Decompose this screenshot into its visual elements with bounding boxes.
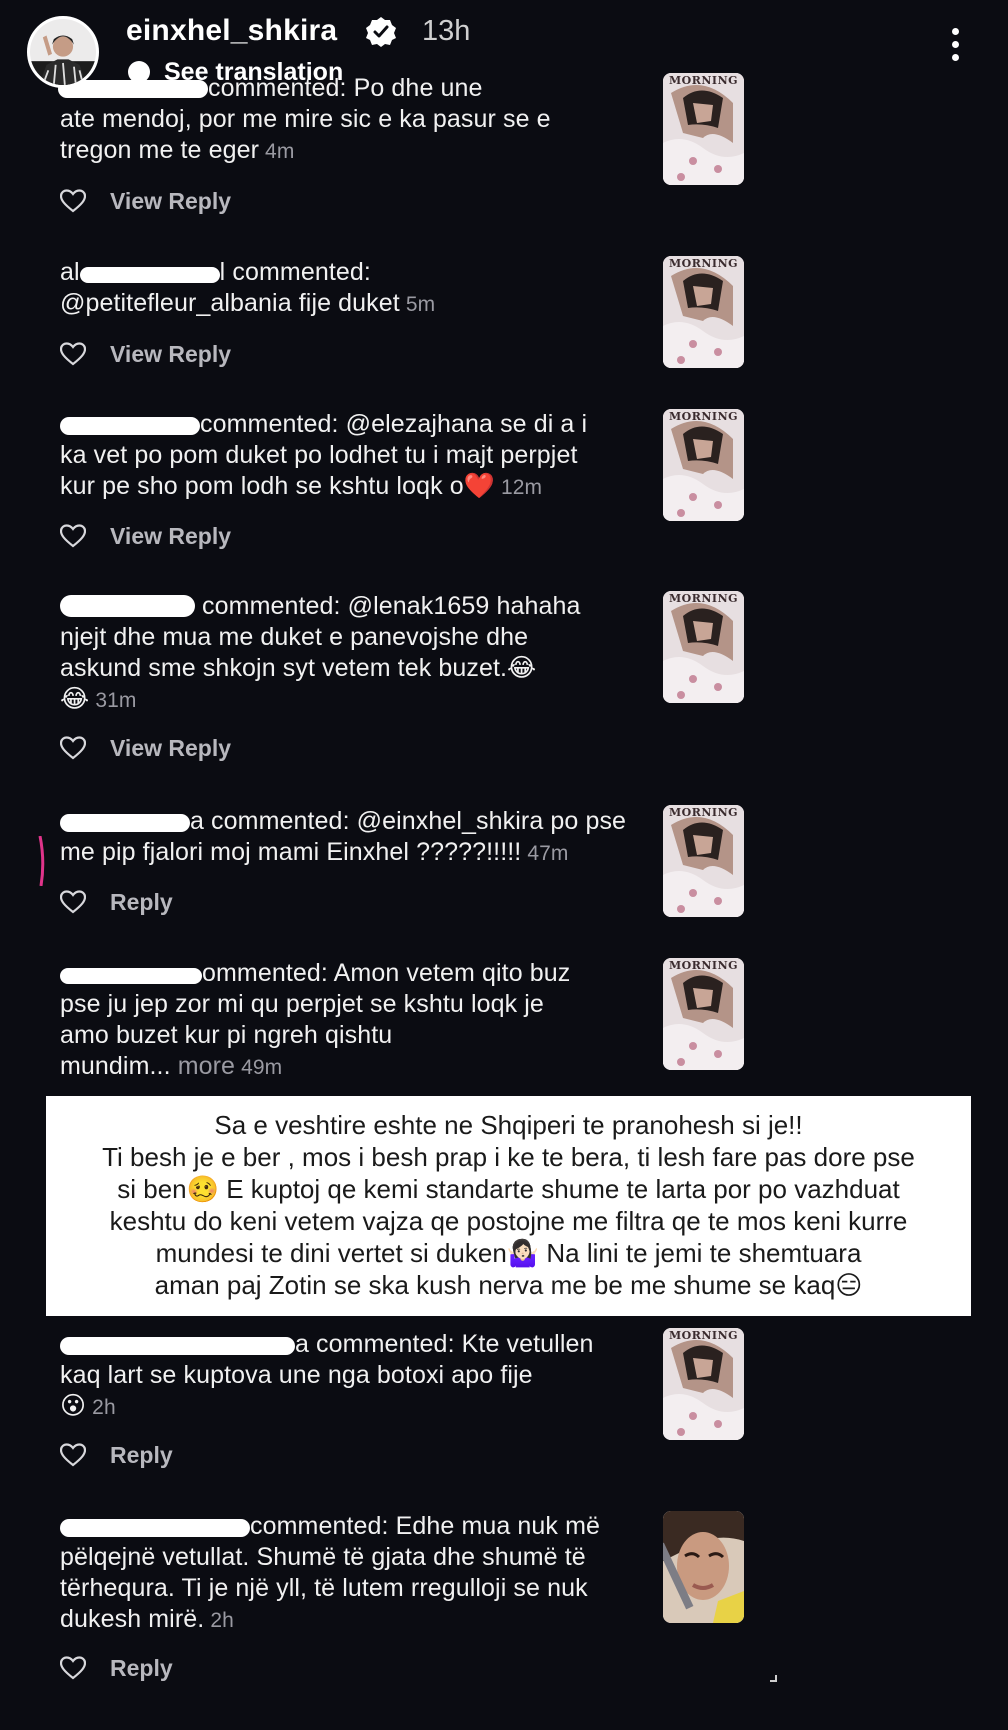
comment-actions: View Reply bbox=[60, 339, 231, 369]
comment-actions: View Reply bbox=[60, 733, 231, 763]
heart-icon[interactable] bbox=[60, 342, 86, 366]
post-thumbnail[interactable] bbox=[663, 1511, 744, 1623]
post-thumbnail[interactable]: MORNING bbox=[663, 256, 744, 368]
comment-actions: View Reply bbox=[60, 186, 231, 216]
heart-icon[interactable] bbox=[60, 1656, 86, 1680]
comment-text: al l commented: @petitefleur_albania fije… bbox=[60, 258, 436, 317]
corner-mark bbox=[770, 1675, 777, 1682]
redacted-username bbox=[60, 814, 190, 832]
comment-text: commented: Edhe mua nuk më pëlqejnë vetu… bbox=[60, 1512, 600, 1633]
comment-item: commented: @lenak1659 hahaha njejt dhe m… bbox=[60, 591, 650, 716]
redacted-username bbox=[60, 968, 202, 984]
thumbnail-title: MORNING bbox=[668, 806, 739, 819]
view-reply-button[interactable]: View Reply bbox=[110, 523, 231, 550]
redacted-username bbox=[60, 595, 195, 617]
comment-time: 4m bbox=[265, 140, 295, 163]
comment-time: 31m bbox=[95, 689, 137, 712]
caption-line: Ti besh je e ber , mos i besh prap i ke … bbox=[102, 1142, 915, 1172]
post-time: 13h bbox=[422, 15, 471, 47]
reply-button[interactable]: Reply bbox=[110, 889, 173, 916]
thumbnail-title: MORNING bbox=[668, 410, 739, 423]
view-reply-button[interactable]: View Reply bbox=[110, 188, 231, 215]
comment-time: 5m bbox=[405, 293, 436, 316]
see-translation-label: See translation bbox=[164, 58, 344, 86]
post-thumbnail[interactable]: MORNING bbox=[663, 409, 744, 521]
story-caption: Sa e veshtire eshte ne Shqiperi te prano… bbox=[46, 1096, 971, 1316]
thumbnail-image bbox=[663, 1511, 744, 1623]
comment-text: a commented: @einxhel_shkira po pse me p… bbox=[60, 807, 627, 866]
comment-item: al l commented: @petitefleur_albania fije… bbox=[60, 257, 650, 320]
profile-avatar[interactable] bbox=[27, 16, 99, 88]
comment-actions: Reply bbox=[60, 1440, 173, 1470]
caption-line: keshtu do keni vetem vajza qe postojne m… bbox=[109, 1206, 908, 1236]
heart-icon[interactable] bbox=[60, 524, 86, 548]
reply-button[interactable]: Reply bbox=[110, 1655, 173, 1682]
caption-line: si ben🥴 E kuptoj qe kemi standarte shume… bbox=[117, 1174, 900, 1204]
view-reply-button[interactable]: View Reply bbox=[110, 735, 231, 762]
comment-time: 2h bbox=[210, 1609, 234, 1632]
post-thumbnail[interactable]: MORNING bbox=[663, 591, 744, 703]
story-header: einxhel_shkira 13h See translation bbox=[0, 0, 1008, 90]
thumbnail-title: MORNING bbox=[668, 959, 739, 972]
comment-time: 2h bbox=[92, 1396, 116, 1419]
post-thumbnail[interactable]: MORNING bbox=[663, 958, 744, 1070]
comment-item: a commented: Kte vetullen kaq lart se ku… bbox=[60, 1329, 650, 1423]
post-thumbnail[interactable]: MORNING bbox=[663, 1328, 744, 1440]
comment-text: a commented: Kte vetullen kaq lart se ku… bbox=[60, 1330, 594, 1420]
reply-button[interactable]: Reply bbox=[110, 1442, 173, 1469]
redacted-username bbox=[60, 1519, 250, 1537]
avatar-image bbox=[30, 19, 96, 85]
comment-item: commented: @elezajhana se di a i ka vet … bbox=[60, 409, 650, 503]
heart-icon[interactable] bbox=[60, 1443, 86, 1467]
redacted-username bbox=[79, 267, 220, 283]
caption-line: Sa e veshtire eshte ne Shqiperi te prano… bbox=[214, 1110, 803, 1140]
heart-icon[interactable] bbox=[60, 189, 86, 213]
caption-line: mundesi te dini vertet si duken🤷🏻‍♀️ Na … bbox=[155, 1238, 862, 1268]
comment-actions: Reply bbox=[60, 887, 173, 917]
heart-icon[interactable] bbox=[60, 890, 86, 914]
username[interactable]: einxhel_shkira bbox=[126, 14, 337, 48]
view-reply-button[interactable]: View Reply bbox=[110, 341, 231, 368]
thumbnail-title: MORNING bbox=[668, 1329, 739, 1342]
comment-item: ommented: Amon vetem qito buz pse ju jep… bbox=[60, 958, 650, 1083]
comment-time: 47m bbox=[527, 842, 569, 865]
more-link[interactable]: more bbox=[178, 1052, 235, 1080]
redacted-username bbox=[60, 417, 200, 435]
comment-actions: Reply bbox=[60, 1653, 173, 1683]
redacted-username bbox=[60, 1337, 295, 1355]
comment-actions: View Reply bbox=[60, 521, 231, 551]
comment-text: commented: @elezajhana se di a i ka vet … bbox=[60, 410, 588, 500]
comment-item: a commented: @einxhel_shkira po pse me p… bbox=[60, 806, 650, 869]
post-thumbnail[interactable]: MORNING bbox=[663, 805, 744, 917]
comment-text: commented: @lenak1659 hahaha njejt dhe m… bbox=[60, 592, 581, 713]
verified-badge-icon bbox=[366, 17, 396, 47]
thumbnail-title: MORNING bbox=[668, 257, 739, 270]
thumbnail-image bbox=[663, 409, 744, 521]
thumbnail-image bbox=[663, 805, 744, 917]
comment-item: commented: Edhe mua nuk më pëlqejnë vetu… bbox=[60, 1511, 650, 1636]
thumbnail-image bbox=[663, 256, 744, 368]
comment-text: ommented: Amon vetem qito buz pse ju jep… bbox=[60, 959, 571, 1080]
more-options-icon[interactable] bbox=[944, 28, 966, 68]
pink-mark bbox=[38, 836, 45, 886]
caption-line: aman paj Zotin se ska kush nerva me be m… bbox=[154, 1270, 863, 1300]
comment-time: 49m bbox=[241, 1056, 283, 1079]
thumbnail-image bbox=[663, 958, 744, 1070]
thumbnail-image bbox=[663, 1328, 744, 1440]
thumbnail-image bbox=[663, 591, 744, 703]
heart-icon[interactable] bbox=[60, 736, 86, 760]
thumbnail-title: MORNING bbox=[668, 592, 739, 605]
comment-time: 12m bbox=[500, 476, 543, 499]
see-translation-button[interactable]: See translation bbox=[128, 58, 343, 87]
translate-icon bbox=[128, 61, 150, 83]
